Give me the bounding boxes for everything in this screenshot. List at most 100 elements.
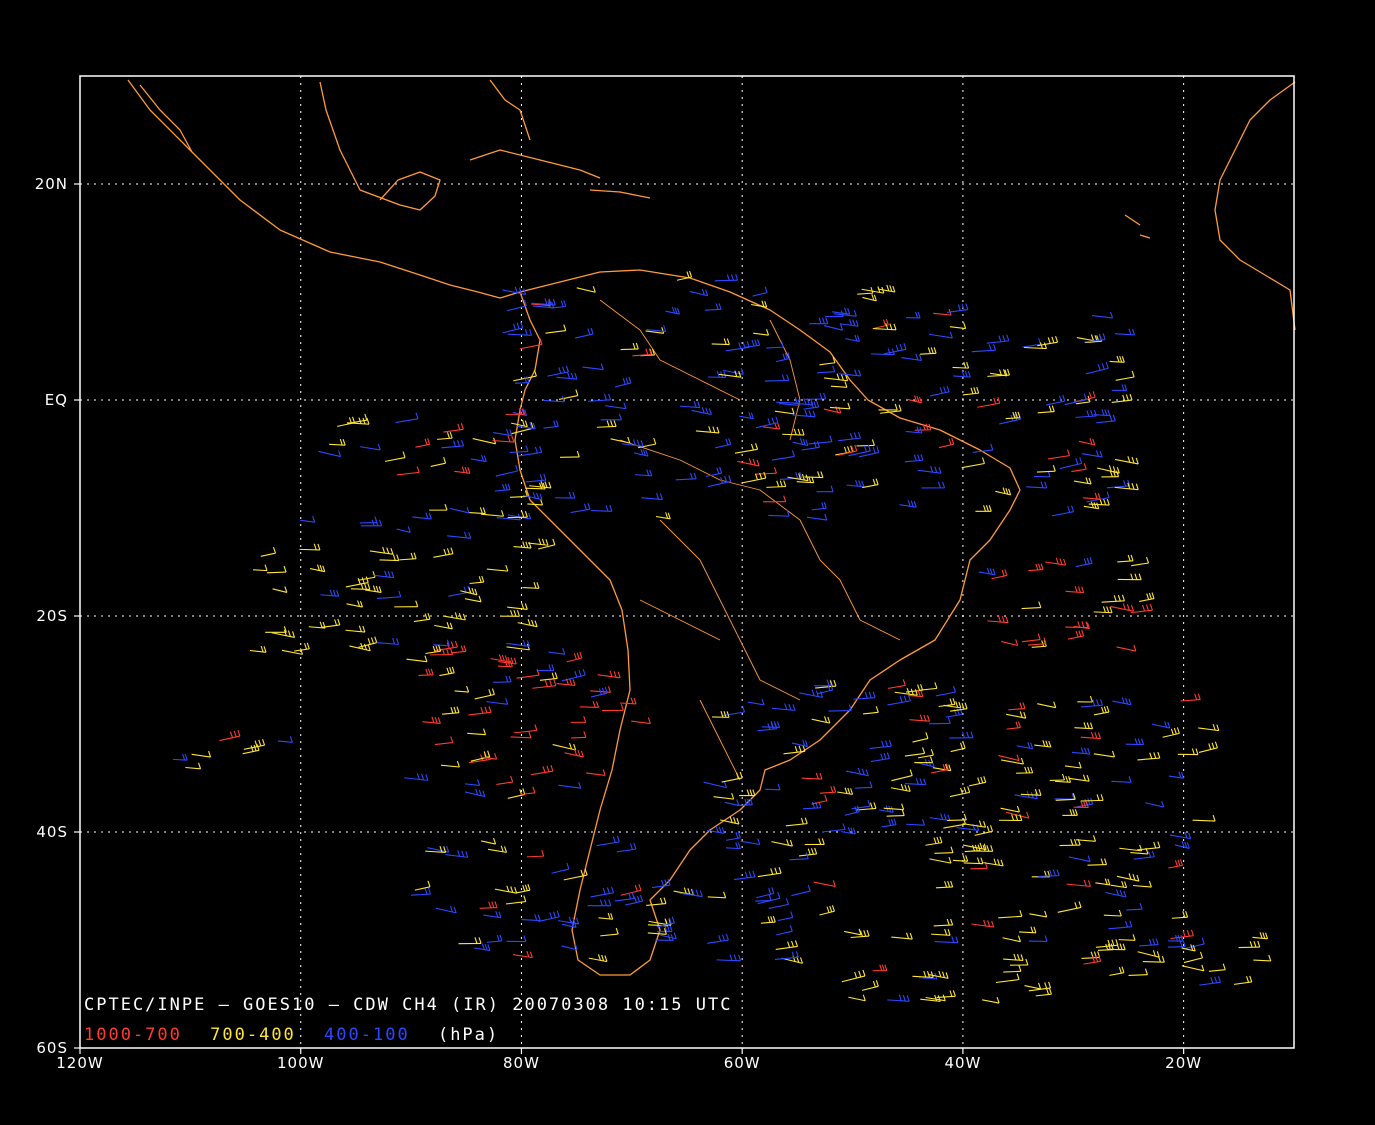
wind-barb (977, 397, 1001, 408)
wind-barb (481, 837, 497, 845)
wind-barb (845, 334, 860, 342)
wind-barb (830, 381, 848, 388)
wind-barb (429, 503, 448, 511)
wind-barb (887, 679, 906, 689)
wind-barb (766, 480, 787, 488)
wind-barb (853, 691, 876, 700)
wind-barb (869, 740, 892, 749)
wind-barb (507, 328, 533, 336)
wind-barb (415, 438, 431, 448)
wind-barb (856, 439, 875, 447)
wind-barb (811, 794, 828, 805)
wind-barb (1125, 738, 1145, 746)
wind-barb (1002, 935, 1021, 943)
wind-barb (823, 324, 844, 331)
wind-barb (545, 324, 567, 334)
coastline-baja (139, 84, 193, 153)
wind-barb (1028, 563, 1044, 572)
wind-barb (920, 347, 937, 355)
wind-barb (309, 564, 326, 573)
wind-barb (798, 847, 818, 857)
wind-barb (708, 475, 732, 488)
wind-barb (597, 670, 621, 679)
wind-barb (425, 645, 442, 655)
wind-barb (1080, 731, 1101, 740)
wind-barb (724, 799, 740, 806)
wind-barb (1139, 938, 1159, 947)
wind-barb (1001, 639, 1019, 647)
wind-barb (532, 679, 557, 689)
wind-barb (1019, 926, 1037, 934)
wind-barb (522, 582, 540, 589)
wind-barb (815, 679, 837, 689)
wind-barb (978, 567, 996, 576)
wind-barb (272, 586, 288, 593)
wind-barb (714, 274, 739, 282)
wind-barb (716, 954, 742, 962)
wind-barb (1026, 481, 1048, 489)
wind-barb (633, 448, 649, 457)
wind-barb (953, 370, 971, 378)
wind-barb (691, 406, 712, 416)
wind-barb (929, 813, 951, 822)
wind-barb (772, 703, 796, 711)
coastline-hispaniola (589, 189, 651, 199)
wind-barb (771, 839, 793, 847)
wind-barb (752, 286, 768, 297)
wind-barbs (172, 270, 1272, 1004)
wind-barb (1016, 766, 1034, 774)
wind-barb (734, 443, 759, 454)
wind-barb (487, 845, 508, 853)
wind-barb (1003, 953, 1024, 962)
wind-barb (1037, 405, 1055, 414)
wind-barb (1064, 761, 1082, 769)
wind-barb (465, 779, 481, 786)
wind-barb (938, 437, 955, 449)
wind-barb (1008, 702, 1026, 711)
wind-barb (447, 531, 472, 539)
wind-barb (739, 789, 756, 797)
wind-barb (1000, 805, 1020, 813)
wind-barb (243, 739, 266, 750)
wind-barb (579, 701, 600, 709)
wind-barb (443, 423, 464, 433)
wind-barb (566, 651, 583, 663)
wind-barb (962, 386, 980, 396)
wind-barb (792, 438, 809, 447)
wind-barb (1054, 792, 1075, 800)
y-tick-label: 20S (36, 607, 68, 625)
wind-barb (551, 862, 570, 874)
wind-barb (191, 750, 212, 758)
wind-barb (1029, 910, 1048, 918)
wind-barb (891, 769, 913, 782)
wind-barb (1112, 697, 1132, 706)
wind-barb (877, 284, 896, 293)
wind-barb (493, 675, 512, 683)
wind-barb (811, 502, 827, 511)
wind-barb (575, 327, 594, 339)
wind-barb (271, 629, 296, 638)
wind-barb (439, 666, 455, 677)
wind-barb (679, 401, 701, 409)
wind-barb (791, 739, 809, 748)
wind-barb (887, 694, 911, 706)
wind-barb (791, 884, 811, 897)
wind-barb (602, 704, 624, 712)
wind-barb (441, 439, 465, 449)
wind-barb (512, 950, 533, 959)
wind-barb (950, 742, 966, 753)
wind-barb (1051, 505, 1075, 517)
wind-barb (1093, 705, 1110, 716)
wind-barb (1137, 751, 1161, 761)
wind-barb (472, 437, 497, 445)
wind-barb (219, 729, 241, 742)
wind-barb (816, 485, 834, 493)
wind-barb (1055, 775, 1072, 783)
wind-barb (500, 610, 520, 617)
wind-barb (1076, 334, 1098, 342)
wind-barb (1131, 556, 1150, 567)
wind-barb (789, 852, 809, 861)
wind-barb (396, 526, 411, 533)
wind-barb (570, 716, 587, 723)
wind-barb (507, 602, 528, 610)
